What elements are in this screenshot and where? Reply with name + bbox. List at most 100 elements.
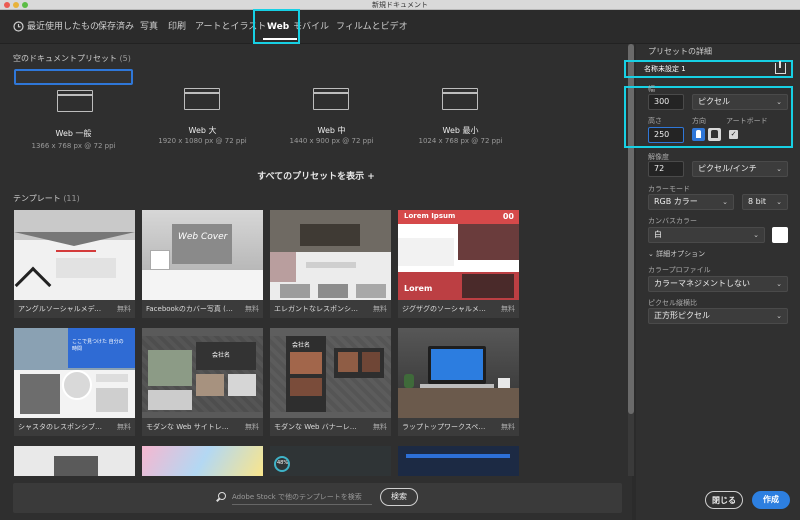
template-name: モダンな Web バナーレイアウト [274,423,362,431]
preset-web-large[interactable]: Web 大 1920 x 1080 px @ 72 ppi [143,69,262,157]
template-card[interactable]: Lorem Ipsum 00 Lorem ジグザグのソーシャルメディ... 無料 [398,210,519,318]
landscape-orientation-icon[interactable] [708,128,721,141]
stock-search-input[interactable]: Adobe Stock で他のテンプレートを検索 [232,492,372,505]
template-thumbnail: ここで見つけた 自分の時間 [14,328,135,418]
height-input[interactable]: 250 [648,127,684,143]
free-badge: 無料 [117,423,131,431]
template-card[interactable]: 会社名 モダンな Web サイトレイアウト 無料 [142,328,263,436]
resolution-input[interactable]: 72 [648,161,684,177]
color-profile-select[interactable]: カラーマネジメントしない ⌄ [648,276,788,292]
save-preset-icon[interactable] [775,61,786,74]
template-card[interactable]: アングルソーシャルメディア... 無料 [14,210,135,318]
template-card[interactable] [398,446,519,476]
template-card[interactable]: エレガントなレスポンシブペ... 無料 [270,210,391,318]
document-name-field[interactable]: 名称未設定 1 [624,60,793,78]
chevron-down-icon: ⌄ [776,312,782,320]
pixel-aspect-value: 正方形ピクセル [654,311,710,320]
canvas-color-label: カンバスカラー [648,217,697,225]
template-name: アングルソーシャルメディア... [18,305,106,313]
template-card[interactable]: 48% [270,446,391,476]
template-card[interactable]: ここで見つけた 自分の時間 シャスタのレスポンシブペー... 無料 [14,328,135,436]
show-all-presets-link[interactable]: すべてのプリセットを表示 + [0,169,632,182]
resolution-unit-select[interactable]: ピクセル/インチ ⌄ [692,161,788,177]
window-titlebar: 新規ドキュメント [0,0,800,10]
template-name: Facebookのカバー写真 (手描... [146,305,234,313]
tab-photo[interactable]: 写真 [140,10,158,44]
template-card[interactable]: ラップトップワークスペース... 無料 [398,328,519,436]
close-button[interactable]: 閉じる [705,491,743,509]
thumbnail-text: 会社名 [292,342,311,349]
free-badge: 無料 [245,423,259,431]
template-thumbnail: 会社名 [270,328,391,418]
preset-size: 1024 x 768 px @ 72 ppi [418,137,503,145]
chevron-down-icon: ⌄ [776,165,782,173]
thumbnail-text: Lorem [404,284,433,293]
thumbnail-text: Web Cover [178,232,228,242]
document-icon [184,88,220,110]
template-name: モダンな Web サイトレイアウト [146,423,234,431]
templates-heading: テンプレート (11) [13,194,80,203]
artboard-checkbox[interactable]: ✓ [729,130,738,139]
canvas-color-select[interactable]: 白 ⌄ [648,227,765,243]
thumbnail-text: 00 [502,212,514,221]
preset-name: Web 大 [188,126,217,135]
color-mode-value: RGB カラー [654,197,698,206]
thumbnail-text: Lorem Ipsum [404,212,456,220]
template-card[interactable] [142,446,263,476]
color-profile-label: カラープロファイル [648,266,711,274]
height-label: 高さ [648,117,662,125]
artboard-label: アートボード [726,117,768,125]
search-icon [218,492,226,500]
pixel-aspect-select[interactable]: 正方形ピクセル ⌄ [648,308,788,324]
create-button[interactable]: 作成 [752,491,790,509]
template-thumbnail [398,328,519,418]
bit-depth-select[interactable]: 8 bit ⌄ [742,194,788,210]
template-thumbnail [142,446,263,476]
bit-depth-value: 8 bit [748,197,767,206]
clock-icon [13,10,24,44]
color-profile-value: カラーマネジメントしない [654,279,750,288]
window-title: 新規ドキュメント [372,1,428,9]
free-badge: 無料 [501,423,515,431]
preset-web-minimum[interactable]: Web 最小 1024 x 768 px @ 72 ppi [401,69,520,157]
preset-size: 1366 x 768 px @ 72 ppi [31,142,116,150]
canvas-color-value: 白 [654,230,662,239]
template-name: ラップトップワークスペース... [402,423,490,431]
free-badge: 無料 [373,305,387,313]
preset-web-medium[interactable]: Web 中 1440 x 900 px @ 72 ppi [272,69,391,157]
color-mode-label: カラーモード [648,185,690,193]
resolution-unit-value: ピクセル/インチ [698,164,757,173]
tab-print[interactable]: 印刷 [168,10,186,44]
search-button[interactable]: 検索 [380,488,418,506]
free-badge: 無料 [117,305,131,313]
unit-select[interactable]: ピクセル ⌄ [692,94,788,110]
document-icon [57,90,93,112]
color-mode-select[interactable]: RGB カラー ⌄ [648,194,734,210]
free-badge: 無料 [373,423,387,431]
orientation-label: 方向 [692,117,706,125]
portrait-orientation-icon[interactable] [692,128,705,141]
template-card[interactable]: 会社名 モダンな Web バナーレイアウト 無料 [270,328,391,436]
advanced-options-label: 詳細オプション [656,250,706,258]
preset-web-general[interactable]: Web 一般 1366 x 768 px @ 72 ppi [14,69,133,150]
free-badge: 無料 [501,305,515,313]
unit-value: ピクセル [698,97,730,106]
blank-presets-heading: 空のドキュメントプリセット (5) [13,54,131,63]
tab-film-video[interactable]: フィルムとビデオ [336,10,408,44]
preset-size: 1440 x 900 px @ 72 ppi [289,137,374,145]
template-thumbnail: 48% [270,446,391,476]
template-card[interactable] [14,446,135,476]
canvas-color-swatch[interactable] [772,227,788,243]
width-input[interactable]: 300 [648,94,684,110]
template-thumbnail [14,446,135,476]
tab-recent[interactable]: 最近使用したもの [27,10,99,44]
tab-saved[interactable]: 保存済み [98,10,134,44]
template-card[interactable]: Web Cover Facebookのカバー写真 (手描... 無料 [142,210,263,318]
template-name: ジグザグのソーシャルメディ... [402,305,490,313]
chevron-down-icon: ⌄ [722,198,728,206]
advanced-options-toggle[interactable]: ⌄ 詳細オプション [648,249,705,259]
preset-size: 1920 x 1080 px @ 72 ppi [158,137,247,145]
chevron-down-icon: ⌄ [776,98,782,106]
thumbnail-text: 48% [277,460,289,466]
web-tab-highlight [253,9,300,44]
